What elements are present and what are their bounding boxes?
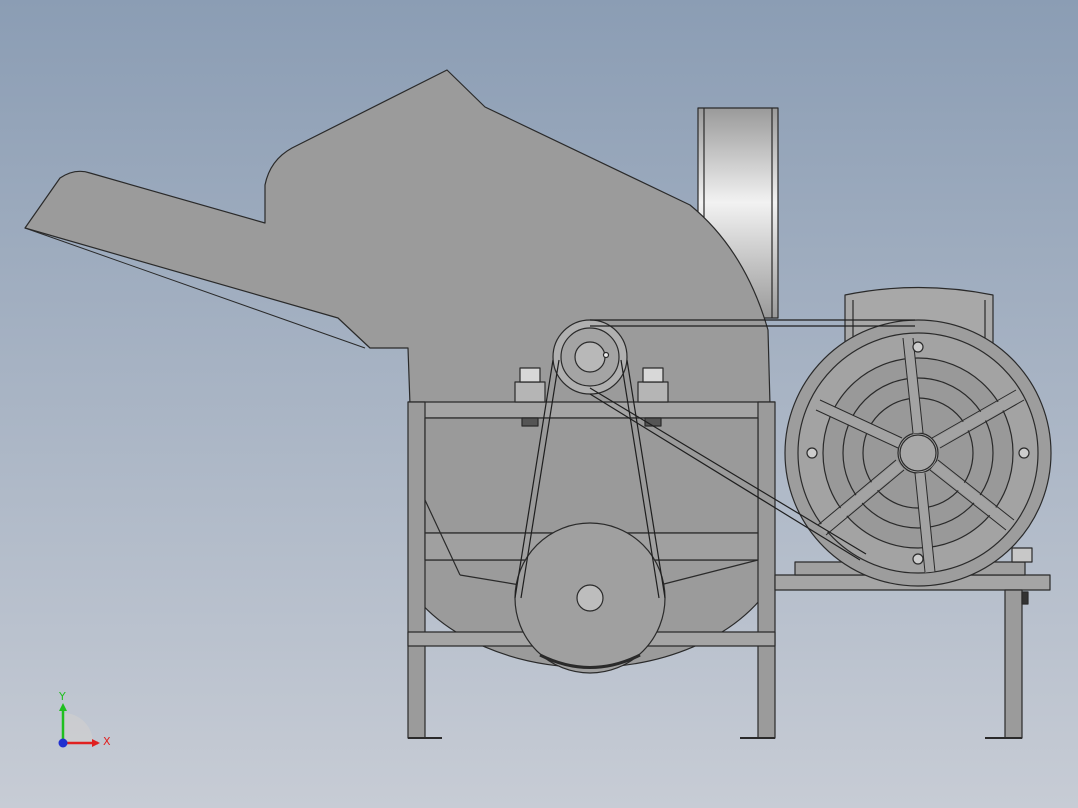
triad-y-label: Y: [58, 690, 66, 703]
crusher-pulley[interactable]: [552, 319, 628, 395]
triad-z-origin: [58, 738, 68, 748]
triad-x-label: X: [103, 735, 111, 748]
driven-pulley[interactable]: [514, 522, 666, 674]
cad-viewport[interactable]: X Y: [0, 0, 1078, 808]
motor-flywheel[interactable]: [784, 319, 1052, 587]
